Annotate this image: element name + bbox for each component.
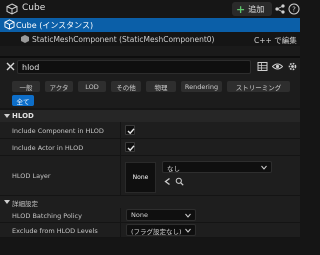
edit-in-cpp-link[interactable]: C++ で編集 [254, 35, 297, 46]
add-component-button[interactable]: + 追加 [232, 2, 272, 16]
column-divider [120, 122, 121, 138]
exclude-levels-row: Exclude from HLOD Levels (フラグ設定なし) [0, 223, 300, 238]
category-physics[interactable]: 物理 [146, 81, 176, 92]
use-selected-asset-icon[interactable] [163, 177, 172, 186]
batching-policy-dropdown[interactable]: None [126, 209, 196, 221]
exclude-levels-value: (フラグ設定なし) [131, 228, 182, 236]
gear-icon[interactable] [287, 61, 298, 72]
column-divider [120, 223, 121, 237]
add-button-label: 追加 [248, 4, 265, 14]
collapse-arrow-icon [4, 114, 10, 118]
include-actor-label: Include Actor in HLOD [12, 144, 84, 152]
advanced-section-header[interactable]: 詳細設定 [0, 196, 300, 208]
include-component-checkbox[interactable] [125, 125, 135, 135]
chevron-down-icon [185, 213, 191, 218]
actor-title: Cube [22, 3, 46, 13]
asset-thumbnail[interactable]: None [125, 162, 156, 193]
batching-policy-row: HLOD Batching Policy None [0, 208, 300, 223]
collapse-arrow-icon [4, 200, 10, 204]
blueprint-icon[interactable] [274, 3, 286, 15]
column-divider [120, 208, 121, 222]
exclude-levels-dropdown[interactable]: (フラグ設定なし) [126, 224, 196, 236]
hlod-layer-label: HLOD Layer [12, 172, 51, 180]
batching-policy-value: None [131, 211, 148, 219]
panel-empty-area [0, 238, 300, 255]
include-actor-row: Include Actor in HLOD [0, 139, 300, 156]
category-streaming[interactable]: ストリーミング [227, 81, 290, 92]
search-row [0, 58, 300, 76]
batching-policy-label: HLOD Batching Policy [12, 212, 82, 220]
include-actor-checkbox[interactable] [125, 142, 135, 152]
category-lod[interactable]: LOD [78, 81, 106, 92]
static-mesh-icon [21, 35, 29, 43]
category-other[interactable]: その他 [111, 81, 141, 92]
svg-text:?: ? [292, 6, 296, 14]
checkmark-icon [127, 145, 135, 152]
plus-icon: + [236, 2, 246, 16]
close-icon[interactable] [5, 61, 16, 72]
hlod-section-header[interactable]: HLOD [0, 110, 300, 122]
tree-child-label: StaticMeshComponent (StaticMeshComponent… [32, 35, 215, 44]
eye-icon[interactable] [272, 61, 283, 72]
hlod-layer-value: なし [167, 165, 180, 173]
category-all[interactable]: 全て [12, 95, 34, 106]
column-divider [120, 139, 121, 155]
hlod-layer-dropdown[interactable]: なし [162, 161, 272, 173]
cube-icon [4, 19, 15, 30]
category-filter-bar: 一般 アクタ LOD その他 物理 Rendering ストリーミング 全て [0, 76, 300, 108]
column-divider [120, 156, 121, 195]
category-actor[interactable]: アクタ [45, 81, 73, 92]
search-box [17, 60, 251, 74]
search-input[interactable] [22, 62, 242, 73]
hlod-layer-row: HLOD Layer None なし [0, 156, 300, 196]
help-icon[interactable]: ? [288, 3, 300, 15]
category-general[interactable]: 一般 [12, 81, 40, 92]
exclude-levels-label: Exclude from HLOD Levels [12, 227, 98, 235]
checkmark-icon [127, 128, 135, 135]
tree-item-static-mesh[interactable]: StaticMeshComponent (StaticMeshComponent… [0, 32, 300, 46]
hlod-section-title: HLOD [12, 112, 34, 120]
cube-icon [6, 3, 18, 15]
details-titlebar: Cube + 追加 ? [0, 0, 300, 18]
tree-empty-area [0, 46, 300, 56]
chevron-down-icon [261, 165, 267, 170]
include-component-label: Include Component in HLOD [12, 127, 104, 135]
browse-asset-icon[interactable] [175, 177, 184, 186]
include-component-row: Include Component in HLOD [0, 122, 300, 139]
chevron-down-icon [185, 228, 191, 233]
table-view-icon[interactable] [257, 61, 268, 72]
tree-root-label: Cube (インスタンス) [16, 21, 94, 30]
advanced-section-title: 詳細設定 [12, 200, 38, 208]
category-rendering[interactable]: Rendering [181, 81, 222, 92]
tree-item-root[interactable]: Cube (インスタンス) [0, 18, 300, 32]
